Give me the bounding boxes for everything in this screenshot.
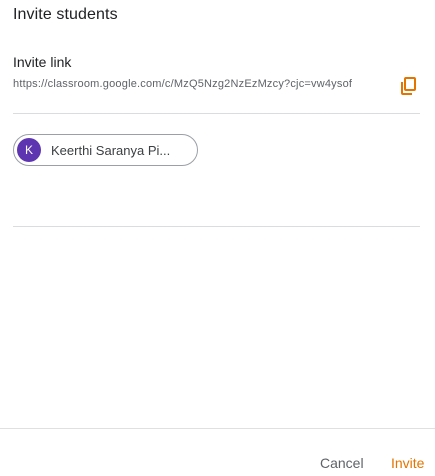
copy-icon: [401, 77, 416, 95]
student-chip[interactable]: K Keerthi Saranya Pi...: [13, 134, 198, 166]
invite-button[interactable]: Invite: [391, 455, 424, 471]
student-chip-name: Keerthi Saranya Pi...: [51, 142, 171, 158]
footer-divider: [0, 428, 435, 429]
cancel-button[interactable]: Cancel: [320, 455, 364, 471]
invite-link-url[interactable]: https://classroom.google.com/c/MzQ5Nzg2N…: [13, 78, 383, 90]
dialog-title: Invite students: [13, 6, 118, 23]
invite-students-dialog: Invite students Invite link https://clas…: [0, 0, 435, 476]
invite-link-label: Invite link: [13, 54, 72, 70]
divider: [13, 226, 420, 227]
divider: [13, 113, 420, 114]
avatar: K: [17, 138, 41, 162]
copy-link-button[interactable]: [398, 75, 420, 97]
